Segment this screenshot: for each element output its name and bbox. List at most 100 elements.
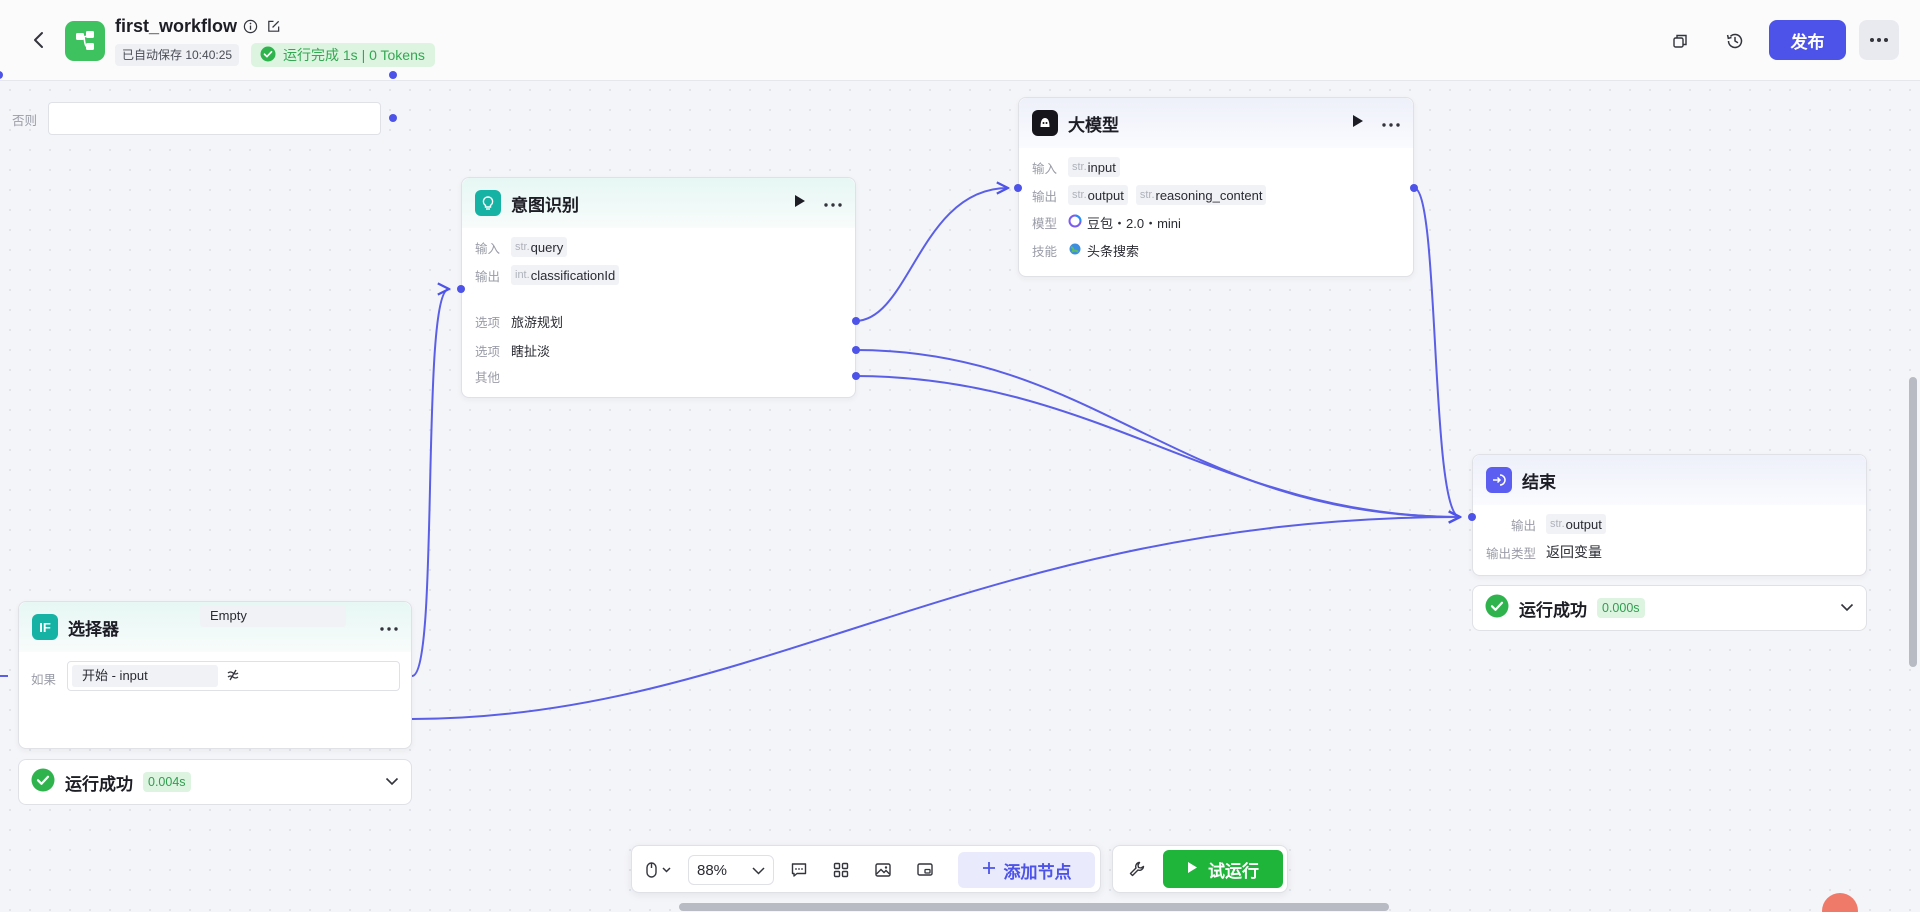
success-check-icon (31, 768, 55, 797)
status-time: 0.004s (143, 772, 191, 792)
if-label: 如果 (31, 673, 57, 687)
copy-icon[interactable] (1667, 28, 1693, 54)
output-port[interactable] (389, 71, 397, 79)
canvas-toolbar: 88% 添加节点 (631, 845, 1101, 893)
horizontal-scrollbar[interactable] (679, 903, 1389, 911)
run-node-icon[interactable] (794, 194, 806, 213)
input-port[interactable] (457, 285, 465, 293)
node-more-icon[interactable] (380, 618, 398, 636)
more-menu-icon[interactable] (1859, 20, 1899, 60)
trial-run-label: 试运行 (1208, 861, 1259, 881)
llm-node[interactable]: 大模型 输入 str. input 输出 str. output str. reaso… (1014, 97, 1418, 277)
globe-icon (1068, 242, 1082, 259)
output-port[interactable] (389, 114, 397, 122)
zoom-select[interactable]: 88% (688, 855, 774, 885)
output-label: 输出 (475, 269, 501, 284)
minimap-icon[interactable] (912, 857, 938, 883)
edge-intent-to-llm (854, 188, 1008, 322)
edit-icon[interactable] (266, 19, 281, 39)
add-node-button[interactable]: 添加节点 (958, 852, 1095, 888)
llm-node-header: 大模型 (1019, 98, 1413, 148)
output-var-chip: str. reasoning_content (1135, 185, 1267, 205)
selector-run-status[interactable]: 运行成功 0.004s (18, 759, 412, 805)
option-label: 选项 (475, 316, 501, 330)
output-label: 输出 (1510, 518, 1536, 533)
intent-node[interactable]: 意图识别 输入 str. query 输出 int. classificationI… (457, 177, 860, 398)
autosave-label: 已自动保存 10:40:25 (115, 44, 240, 66)
output-var-chip: str. output (1068, 185, 1128, 205)
run-toolbar: 试运行 (1112, 845, 1288, 893)
condition-box[interactable]: 开始 - input (67, 661, 400, 691)
bulb-icon (475, 190, 501, 216)
chevron-down-icon[interactable] (385, 773, 399, 791)
output-var-chip: str. output (1546, 514, 1606, 534)
output-var-chip: int. classificationId (511, 265, 620, 285)
node-more-icon[interactable] (824, 194, 842, 212)
wrench-icon[interactable] (1124, 856, 1150, 882)
condition-right-field[interactable]: Empty (200, 605, 346, 627)
add-node-label: 添加节点 (1003, 862, 1072, 882)
model-name: 豆包・2.0・mini (1087, 216, 1181, 231)
selector-node[interactable]: IF 选择器 如果 开始 - input Empty (18, 601, 412, 749)
other-label: 其他 (475, 371, 501, 385)
input-var-chip: str. input (1068, 157, 1120, 177)
output-type-value: 返回变量 (1546, 544, 1602, 560)
output-label: 输出 (1032, 189, 1058, 204)
success-check-icon (1485, 594, 1509, 623)
skill-name: 头条搜索 (1087, 244, 1140, 259)
intent-node-header: 意图识别 (462, 178, 855, 228)
output-port[interactable] (1410, 184, 1418, 192)
trial-run-button[interactable]: 试运行 (1163, 850, 1283, 888)
end-node-title: 结束 (1522, 472, 1556, 492)
plus-icon (982, 860, 996, 880)
edge-selector-else-to-end (411, 517, 1460, 720)
history-icon[interactable] (1722, 28, 1748, 54)
chevron-down-icon (752, 862, 765, 879)
end-run-status[interactable]: 运行成功 0.000s (1472, 585, 1867, 631)
back-arrow-icon[interactable] (28, 28, 50, 52)
input-var-chip: str. query (511, 237, 568, 257)
exit-icon (1486, 467, 1512, 493)
mouse-mode-icon[interactable] (642, 857, 676, 883)
else-label: 否则 (12, 114, 38, 128)
node-more-icon[interactable] (1382, 114, 1400, 132)
if-icon: IF (32, 614, 58, 640)
edge-intent-option2-to-end (854, 349, 1460, 517)
end-node[interactable]: 结束 输出 str. output 输出类型 返回变量 (1468, 454, 1867, 576)
output-port[interactable] (852, 372, 860, 380)
vertical-scrollbar[interactable] (1909, 377, 1917, 667)
input-label: 输入 (1032, 161, 1058, 176)
intent-node-title: 意图识别 (511, 195, 579, 215)
not-equal-icon[interactable] (225, 667, 241, 688)
input-port[interactable] (1014, 184, 1022, 192)
else-box[interactable] (48, 102, 381, 135)
status-text: 运行成功 (65, 774, 133, 794)
end-node-header: 结束 (1473, 455, 1866, 505)
play-icon (1187, 859, 1198, 879)
run-status-text: 运行完成 1s | 0 Tokens (283, 47, 425, 63)
output-port[interactable] (852, 317, 860, 325)
run-node-icon[interactable] (1352, 114, 1364, 133)
input-port[interactable] (1468, 513, 1476, 521)
status-time: 0.000s (1597, 598, 1645, 618)
workflow-logo (65, 21, 105, 61)
workflow-title: first_workflow (115, 16, 238, 36)
skill-label: 技能 (1032, 245, 1058, 259)
status-text: 运行成功 (1519, 600, 1587, 620)
model-label: 模型 (1032, 217, 1058, 231)
chevron-down-icon[interactable] (1840, 599, 1854, 617)
condition-left-field[interactable]: 开始 - input (72, 665, 218, 687)
option-item: 瞎扯淡 (511, 344, 551, 359)
comment-icon[interactable] (786, 857, 812, 883)
doubao-logo-icon (1068, 214, 1082, 231)
output-port[interactable] (852, 346, 860, 354)
assistant-avatar[interactable] (1822, 893, 1858, 912)
image-icon[interactable] (870, 857, 896, 883)
layout-icon[interactable] (828, 857, 854, 883)
publish-button[interactable]: 发布 (1769, 20, 1846, 60)
zoom-value: 88% (697, 861, 728, 879)
check-circle-icon (260, 46, 276, 65)
edge-llm-to-end (1413, 187, 1460, 517)
top-bar: first_workflow 已自动保存 10:40:25 运行完成 1s | … (0, 0, 1920, 81)
info-icon[interactable] (243, 19, 258, 39)
